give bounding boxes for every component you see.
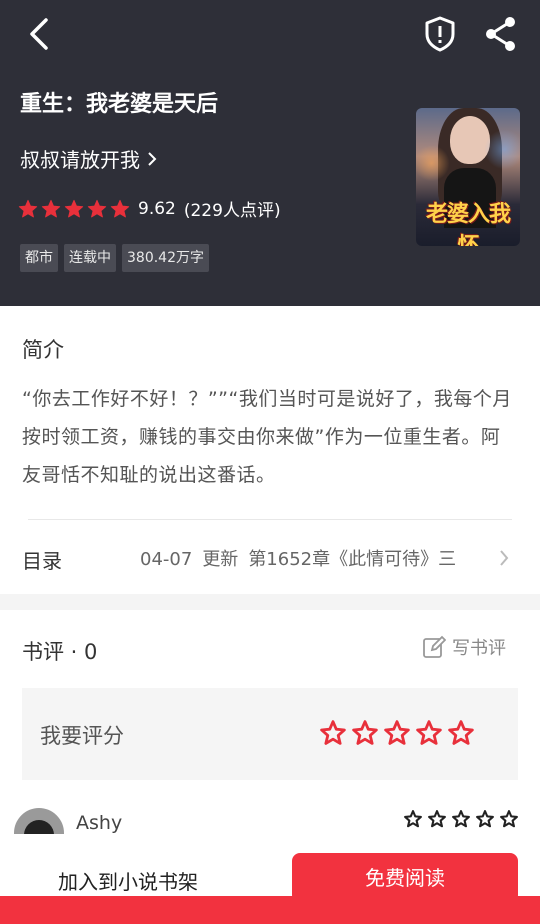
star-icon (110, 199, 130, 217)
star-icon (41, 199, 61, 217)
book-header: 重生：我老婆是天后 叔叔请放开我 9.62 (229人点评) 都市 连载中 38… (0, 0, 540, 306)
report-button[interactable] (420, 14, 460, 54)
tag-word-count: 380.42万字 (122, 244, 209, 272)
star-icon[interactable] (384, 720, 410, 746)
star-icon (404, 810, 422, 828)
intro-text: “你去工作好不好！？””“我们当时可是说好了，我每个月按时领工资，赚钱的事交由你… (22, 388, 512, 486)
rating-count: (229人点评) (183, 201, 281, 221)
rating-score: 9.62 (138, 198, 176, 219)
star-icon (452, 810, 470, 828)
back-button[interactable] (22, 16, 58, 52)
author-link[interactable]: 叔叔请放开我 (20, 144, 158, 173)
share-button[interactable] (482, 14, 520, 54)
shield-icon (425, 16, 455, 52)
chevron-right-icon (148, 151, 157, 166)
toc-chapter: 第1652章《此情可待》三 (248, 549, 457, 570)
cover-logo-text: 老婆入我怀 (425, 201, 511, 246)
rating-row: 9.62 (229人点评) (18, 196, 281, 221)
comment-item[interactable]: Ashy (0, 794, 540, 834)
toc-latest[interactable]: 04-07 更新 第1652章《此情可待》三 (140, 545, 480, 571)
rate-stars[interactable] (320, 720, 474, 746)
star-icon (428, 810, 446, 828)
star-icon[interactable] (320, 720, 346, 746)
book-cover[interactable]: 老婆入我怀 (416, 108, 520, 246)
star-icon (87, 199, 107, 217)
book-title: 重生：我老婆是天后 (20, 92, 219, 117)
toc-update: 更新 (202, 549, 239, 570)
add-to-shelf-button[interactable]: 加入到小说书架 (58, 866, 198, 895)
star-icon (500, 810, 518, 828)
edit-icon (423, 635, 446, 658)
rate-label: 我要评分 (40, 724, 124, 748)
divider (28, 519, 512, 520)
tag-genre: 都市 (20, 244, 58, 272)
write-review-label: 写书评 (452, 638, 506, 659)
star-icon[interactable] (448, 720, 474, 746)
bottom-red-strip (0, 896, 540, 924)
toc-label[interactable]: 目录 (22, 545, 62, 574)
chevron-right-icon[interactable] (498, 549, 510, 567)
star-icon (64, 199, 84, 217)
write-review-button[interactable]: 写书评 (422, 634, 506, 660)
rating-stars (18, 199, 130, 219)
star-icon[interactable] (352, 720, 378, 746)
author-name: 叔叔请放开我 (20, 148, 140, 172)
share-icon (486, 17, 515, 51)
avatar (14, 808, 64, 834)
star-icon[interactable] (416, 720, 442, 746)
star-icon (476, 810, 494, 828)
chevron-left-icon (30, 18, 48, 50)
toc-date: 04-07 (140, 549, 193, 570)
review-title: 书评 · 0 (22, 640, 98, 664)
tag-status: 连载中 (64, 244, 116, 272)
comment-username: Ashy (76, 812, 123, 834)
comment-stars (404, 810, 518, 828)
tag-list: 都市 连载中 380.42万字 (20, 244, 209, 272)
star-icon (18, 199, 38, 217)
intro-title: 简介 (22, 338, 64, 362)
